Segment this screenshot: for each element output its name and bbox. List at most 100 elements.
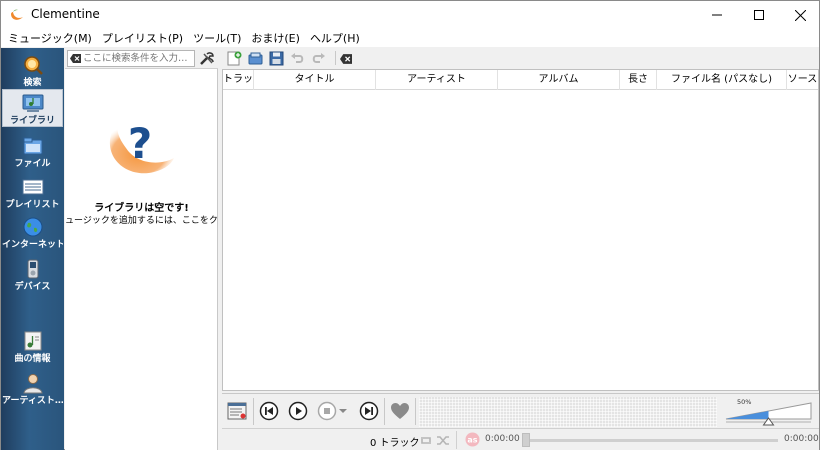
play-icon xyxy=(288,401,308,421)
redo-icon xyxy=(312,53,325,63)
library-config-tools-icon[interactable] xyxy=(199,51,215,66)
column-header-source[interactable]: ソース xyxy=(787,70,818,90)
maximize-icon xyxy=(754,10,764,20)
chevron-down-icon xyxy=(339,409,347,413)
sidebar-item-label: 曲の情報 xyxy=(14,354,51,364)
play-button[interactable] xyxy=(287,400,309,422)
clear-search-icon[interactable] xyxy=(70,54,81,63)
player-separator xyxy=(253,398,254,425)
empty-library-art[interactable]: ? xyxy=(108,118,174,180)
playlist-window-icon xyxy=(227,402,247,420)
status-separator xyxy=(456,431,457,449)
playlist-icon xyxy=(22,179,43,195)
clear-filter-button[interactable] xyxy=(337,50,355,67)
menu-music[interactable]: ミュージック(M) xyxy=(3,30,97,46)
total-time: 0:00:00 xyxy=(784,434,819,444)
previous-icon xyxy=(259,401,279,421)
song-info-icon xyxy=(24,331,41,351)
player-separator xyxy=(384,398,385,425)
playlist-header: トラック タイトル アーティスト アルバム 長さ ファイル名 (パスなし) ソー… xyxy=(223,70,818,90)
column-header-length[interactable]: 長さ xyxy=(620,70,657,90)
column-header-album[interactable]: アルバム xyxy=(498,70,620,90)
menu-help[interactable]: ヘルプ(H) xyxy=(305,30,365,46)
undo-icon xyxy=(290,53,303,63)
clear-filter-icon xyxy=(340,53,352,64)
undo-button[interactable] xyxy=(288,50,306,67)
playlist-menu-button[interactable] xyxy=(226,400,248,422)
stop-options-dropdown[interactable] xyxy=(337,400,349,422)
library-search-box xyxy=(67,50,195,67)
window-title: Clementine xyxy=(31,7,100,21)
save-icon xyxy=(269,51,283,66)
sidebar-item-label: デバイス xyxy=(14,282,51,292)
new-playlist-icon xyxy=(227,51,241,66)
menu-extras[interactable]: おまけ(E) xyxy=(246,30,305,46)
love-track-button[interactable] xyxy=(389,400,411,422)
toolbar-separator xyxy=(335,51,336,65)
playlist-table[interactable]: トラック タイトル アーティスト アルバム 長さ ファイル名 (パスなし) ソー… xyxy=(222,69,819,391)
sidebar-item-internet[interactable]: インターネット xyxy=(2,214,63,252)
player-controls: 50% xyxy=(222,393,819,428)
svg-text:?: ? xyxy=(128,119,152,168)
library-pane: ? ライブラリは空です! ュージックを追加するには、ここをクリックします xyxy=(65,48,218,450)
sidebar-item-files[interactable]: ファイル xyxy=(2,133,63,171)
sidebar-item-library[interactable]: ライブラリ xyxy=(2,89,63,127)
add-music-hint-link[interactable]: ュージックを追加するには、ここをクリックします xyxy=(65,213,218,226)
column-header-artist[interactable]: アーティスト xyxy=(376,70,498,90)
sidebar-item-devices[interactable]: デバイス xyxy=(2,256,63,294)
redo-button[interactable] xyxy=(309,50,327,67)
maximize-button[interactable] xyxy=(736,1,782,29)
track-count: 0 トラック xyxy=(370,438,420,449)
sidebar-item-label: ライブラリ xyxy=(9,116,55,126)
search-icon xyxy=(23,56,43,75)
sidebar-item-label: プレイリスト xyxy=(5,200,60,210)
new-playlist-button[interactable] xyxy=(225,50,243,67)
title-bar: Clementine xyxy=(1,1,819,29)
player-separator xyxy=(415,398,416,425)
volume-slider[interactable]: 50% xyxy=(723,397,817,427)
seek-handle[interactable] xyxy=(522,433,530,447)
stop-button[interactable] xyxy=(316,400,338,422)
next-track-button[interactable] xyxy=(358,400,380,422)
stop-icon xyxy=(317,401,337,421)
clementine-window: Clementine ミュージック(M) プレイリスト(P) ツール(T) おま… xyxy=(0,0,820,450)
close-button[interactable] xyxy=(777,1,820,29)
empty-library-title: ライブラリは空です! xyxy=(94,203,189,214)
clementine-app-icon xyxy=(11,9,23,20)
spectrum-analyzer[interactable] xyxy=(419,397,717,427)
column-header-filename[interactable]: ファイル名 (パスなし) xyxy=(657,70,787,90)
next-icon xyxy=(359,401,379,421)
device-icon xyxy=(27,259,38,279)
menu-bar: ミュージック(M) プレイリスト(P) ツール(T) おまけ(E) ヘルプ(H) xyxy=(1,29,819,47)
internet-globe-icon xyxy=(23,217,42,237)
playlist-toolbar xyxy=(222,48,819,68)
sidebar: 検索 ライブラリ ファイル プレイリスト インターネット デバイス 曲の情報 ア… xyxy=(1,48,64,450)
repeat-icon[interactable] xyxy=(419,435,433,446)
playlist-area: トラック タイトル アーティスト アルバム 長さ ファイル名 (パスなし) ソー… xyxy=(222,48,819,450)
sidebar-item-search[interactable]: 検索 xyxy=(2,52,63,90)
artist-info-icon xyxy=(22,374,43,394)
svg-text:as: as xyxy=(467,436,477,445)
menu-tools[interactable]: ツール(T) xyxy=(188,30,246,46)
library-search-input[interactable] xyxy=(83,51,193,66)
files-icon xyxy=(23,137,42,155)
column-header-title[interactable]: タイトル xyxy=(254,70,376,90)
shuffle-icon[interactable] xyxy=(436,435,450,446)
previous-track-button[interactable] xyxy=(258,400,280,422)
elapsed-time: 0:00:00 xyxy=(485,434,520,444)
sidebar-item-song-info[interactable]: 曲の情報 xyxy=(2,328,63,366)
sidebar-item-playlists[interactable]: プレイリスト xyxy=(2,174,63,212)
load-playlist-button[interactable] xyxy=(246,50,264,67)
column-header-track[interactable]: トラック xyxy=(223,70,254,90)
lastfm-scrobble-icon[interactable]: as xyxy=(465,432,480,447)
save-playlist-button[interactable] xyxy=(267,50,285,67)
sidebar-item-artist-info[interactable]: アーティスト… xyxy=(2,370,63,408)
minimize-button[interactable] xyxy=(694,1,740,29)
sidebar-item-label: 検索 xyxy=(23,78,42,88)
heart-icon xyxy=(391,403,409,419)
seek-track[interactable] xyxy=(522,439,778,442)
minimize-icon xyxy=(712,14,722,16)
volume-label: 50% xyxy=(737,398,752,406)
close-icon xyxy=(794,9,806,21)
menu-playlist[interactable]: プレイリスト(P) xyxy=(97,30,188,46)
